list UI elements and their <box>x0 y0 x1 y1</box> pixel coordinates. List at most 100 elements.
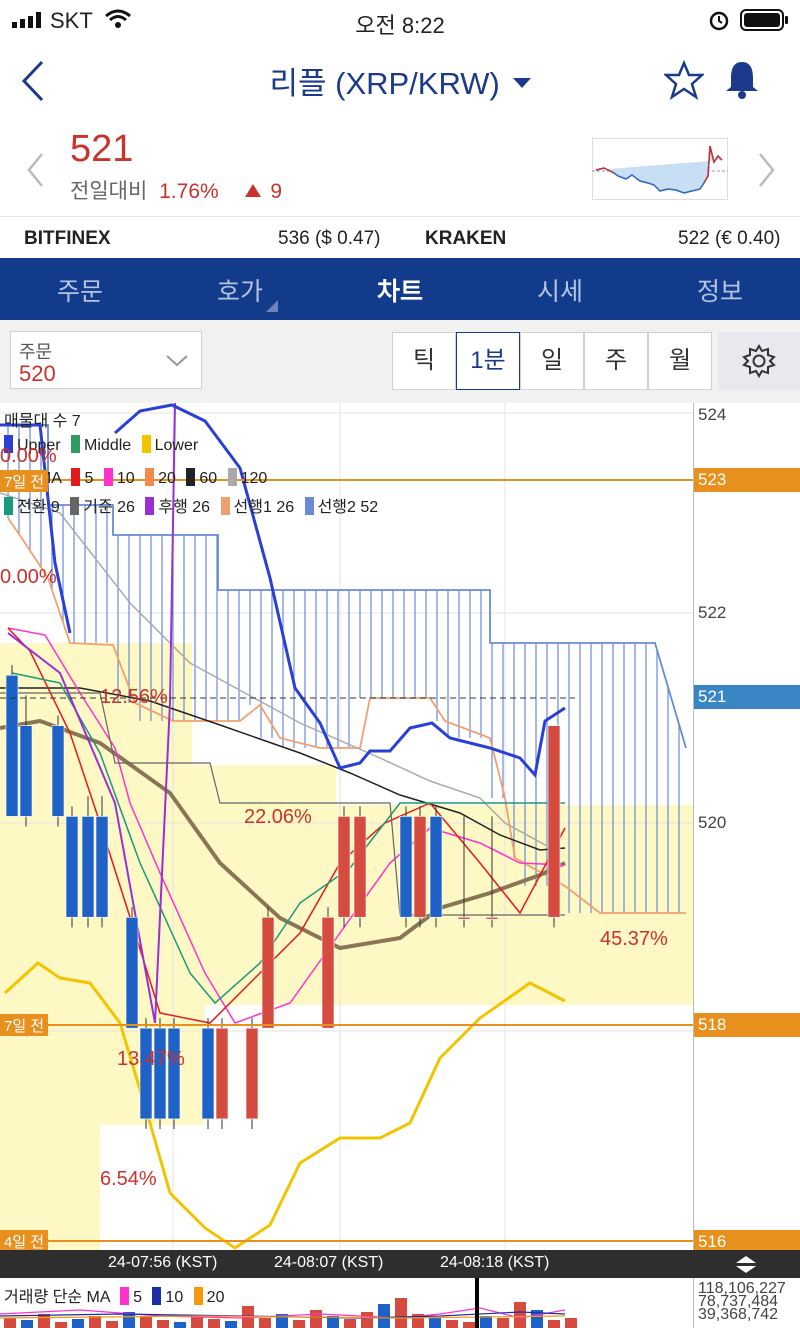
volume-ma-5: 5 <box>133 1289 142 1306</box>
volume-bar <box>378 1304 390 1328</box>
candle[interactable] <box>19 725 33 817</box>
candle[interactable] <box>547 725 561 918</box>
swatch <box>145 468 155 486</box>
order-price-select[interactable]: 주문 520 <box>10 331 202 389</box>
price-chart-svg <box>0 403 693 1250</box>
candle[interactable] <box>399 816 413 918</box>
y-tick: 522 <box>698 603 727 622</box>
price-badge: 518 <box>694 1013 800 1037</box>
candle[interactable] <box>5 674 19 817</box>
swatch <box>227 468 237 486</box>
volume-bar <box>395 1298 407 1328</box>
change-row: 전일대비 1.76% 9 <box>70 175 282 205</box>
legend-kijun: 기준 26 <box>83 499 135 516</box>
time-axis: 24-07:56 (KST) 24-08:07 (KST) 24-08:18 (… <box>0 1250 800 1278</box>
candle[interactable] <box>95 816 109 918</box>
volume-bar <box>106 1321 118 1328</box>
interval-month[interactable]: 월 <box>648 332 712 390</box>
favorite-star-icon[interactable] <box>664 60 704 100</box>
gear-icon <box>742 344 776 378</box>
candle[interactable] <box>201 1027 215 1120</box>
volume-bar <box>361 1312 373 1328</box>
volume-bar <box>463 1322 475 1328</box>
profile-pct: 12.56% <box>100 686 168 708</box>
chevron-down-icon <box>512 78 531 88</box>
legend-senkou-b: 선행2 52 <box>317 499 379 516</box>
interval-day[interactable]: 일 <box>520 332 584 390</box>
profile-pct: 6.54% <box>100 1168 157 1190</box>
volume-legend: 거래량 단순 MA 5 10 20 <box>4 1283 224 1307</box>
candle[interactable] <box>429 816 443 918</box>
candle[interactable] <box>337 816 351 918</box>
chart-settings-button[interactable] <box>718 332 800 390</box>
swatch <box>152 1287 162 1305</box>
candle[interactable] <box>125 916 139 1029</box>
candle[interactable] <box>51 725 65 817</box>
candle[interactable] <box>353 816 367 918</box>
volume-profile-zone <box>0 765 336 805</box>
expand-collapse-icon[interactable] <box>732 1254 760 1274</box>
next-coin-icon[interactable] <box>756 150 778 190</box>
volume-ma-10: 10 <box>165 1289 184 1306</box>
status-bar: SKT 오전 8:22 <box>0 0 800 40</box>
swatch <box>220 497 230 515</box>
profile-pct: 45.37% <box>600 928 668 950</box>
up-triangle-icon <box>244 184 261 197</box>
candle[interactable] <box>65 816 79 918</box>
volume-bar <box>259 1318 271 1328</box>
legend-ma-10: 10 <box>116 470 135 487</box>
main-tabs: 주문 호가 차트 시세 정보 <box>0 258 800 320</box>
swatch <box>120 1287 130 1305</box>
alarm-icon <box>709 11 729 31</box>
legend-chikou: 후행 26 <box>158 499 211 516</box>
interval-tick[interactable]: 틱 <box>392 332 456 390</box>
volume-bar <box>21 1320 33 1328</box>
legend-ma-20: 20 <box>158 470 176 487</box>
y-tick: 520 <box>698 813 727 832</box>
candle[interactable] <box>245 1027 259 1120</box>
tab-orderbook[interactable]: 호가 <box>160 272 320 308</box>
candle[interactable] <box>81 816 95 918</box>
swatch <box>304 497 314 515</box>
battery-icon <box>740 9 788 31</box>
candle[interactable] <box>167 1027 181 1120</box>
swatch <box>71 468 81 486</box>
tab-order[interactable]: 주문 <box>0 272 160 308</box>
legend-ma-60: 60 <box>199 470 218 487</box>
current-price-badge: 521 <box>694 685 800 709</box>
volume-bar <box>208 1319 220 1328</box>
price-chart[interactable]: 매물대 수 7 Upper Middle Lower 단순 MA 5 10 20… <box>0 403 693 1250</box>
tab-info[interactable]: 정보 <box>640 272 800 308</box>
candle[interactable] <box>139 1027 153 1120</box>
volume-bar <box>89 1316 101 1328</box>
volume-bar <box>480 1316 492 1328</box>
candle[interactable] <box>485 916 499 920</box>
candle[interactable] <box>153 1027 167 1120</box>
prev-coin-icon[interactable] <box>24 150 46 190</box>
tab-chart[interactable]: 차트 <box>320 272 480 308</box>
volume-bar <box>55 1322 67 1328</box>
volume-bar <box>157 1320 169 1328</box>
profile-pct: 13.47% <box>117 1048 185 1070</box>
candle[interactable] <box>321 916 335 1029</box>
legend-ma-5: 5 <box>84 470 94 487</box>
volume-bar <box>344 1319 356 1328</box>
days-ago-badge: 7일 전 <box>0 470 49 492</box>
volume-bar <box>293 1320 305 1328</box>
candle[interactable] <box>215 1027 229 1120</box>
candle[interactable] <box>413 816 427 918</box>
swatch <box>70 497 80 515</box>
volume-bar <box>225 1321 237 1328</box>
legend-tenkan: 전환 9 <box>17 499 60 516</box>
bell-icon[interactable] <box>722 58 762 100</box>
volume-bar <box>310 1310 322 1328</box>
volume-panel: 거래량 단순 MA 5 10 20 118,106,227 78,737,484… <box>0 1278 800 1328</box>
interval-week[interactable]: 주 <box>584 332 648 390</box>
change-amount: 9 <box>270 180 283 203</box>
interval-1min[interactable]: 1분 <box>456 332 520 390</box>
time-label: 24-08:18 (KST) <box>440 1254 550 1271</box>
tab-prices[interactable]: 시세 <box>480 272 640 308</box>
candle[interactable] <box>457 916 471 920</box>
candle[interactable] <box>261 916 275 1029</box>
volume-bar <box>174 1322 186 1328</box>
